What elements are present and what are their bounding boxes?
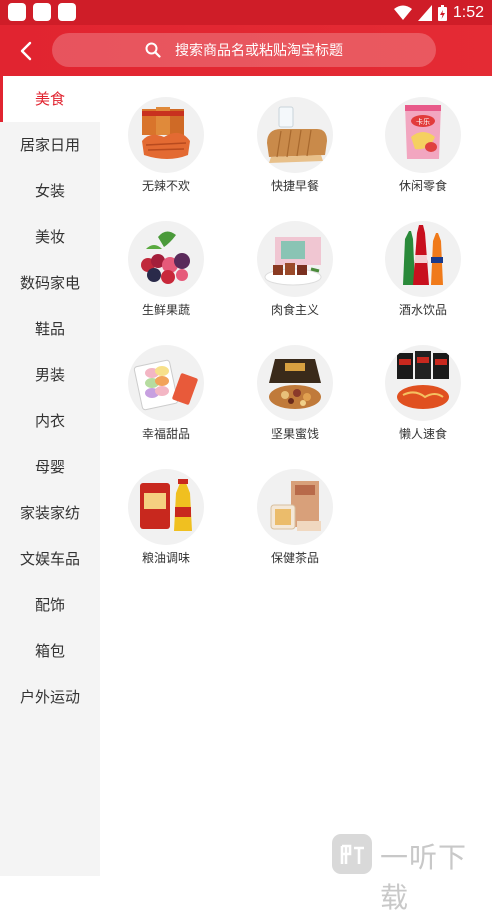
- sidebar-item-baby[interactable]: 母婴: [0, 444, 100, 490]
- category-item[interactable]: 卡乐 休闲零食: [368, 97, 478, 207]
- category-item[interactable]: 懒人速食: [368, 345, 478, 455]
- nuts-icon: [257, 345, 333, 421]
- category-label: 保健茶品: [270, 551, 319, 565]
- berries-icon: [128, 221, 204, 297]
- sidebar-item-shoes[interactable]: 鞋品: [0, 306, 100, 352]
- spicy-snack-icon: [128, 97, 204, 173]
- category-item[interactable]: 快捷早餐: [240, 97, 350, 207]
- sidebar-item-home-textile[interactable]: 家装家纺: [0, 490, 100, 536]
- sidebar-item-entertainment-auto[interactable]: 文娱车品: [0, 536, 100, 582]
- watermark-logo-icon: [332, 834, 372, 874]
- bread-icon: [257, 97, 333, 173]
- notification-icon: [58, 3, 76, 21]
- status-bar: 1:52: [0, 0, 492, 25]
- category-item[interactable]: 肉食主义: [240, 221, 350, 331]
- category-label: 休闲零食: [398, 179, 447, 193]
- category-label: 坚果蜜饯: [270, 427, 319, 441]
- header-bar: 搜索商品名或粘贴淘宝标题: [0, 25, 492, 76]
- watermark-text: 一听下载: [380, 841, 468, 914]
- category-label: 粮油调味: [141, 551, 190, 565]
- category-item[interactable]: 粮油调味: [111, 469, 221, 579]
- category-label: 肉食主义: [270, 303, 319, 317]
- category-item[interactable]: 无辣不欢: [111, 97, 221, 207]
- sidebar-item-outdoor[interactable]: 户外运动: [0, 674, 100, 720]
- category-item[interactable]: 坚果蜜饯: [240, 345, 350, 455]
- sidebar-item-beauty[interactable]: 美妆: [0, 214, 100, 260]
- notification-icon: [8, 3, 26, 21]
- sidebar-item-bags[interactable]: 箱包: [0, 628, 100, 674]
- wifi-icon: [393, 5, 412, 20]
- category-sidebar: 美食 居家日用 女装 美妆 数码家电 鞋品 男装 内衣 母婴 家装家纺 文娱车品…: [0, 76, 100, 876]
- sidebar-item-accessories[interactable]: 配饰: [0, 582, 100, 628]
- instant-noodle-icon: [385, 345, 461, 421]
- category-item[interactable]: 幸福甜品: [111, 345, 221, 455]
- category-item[interactable]: 生鲜果蔬: [111, 221, 221, 331]
- svg-text:卡乐: 卡乐: [416, 117, 430, 126]
- rice-oil-icon: [128, 469, 204, 545]
- category-label: 无辣不欢: [141, 179, 190, 193]
- sidebar-item-household[interactable]: 居家日用: [0, 122, 100, 168]
- back-button[interactable]: [12, 37, 40, 65]
- notification-icon: [33, 3, 51, 21]
- chips-bag-icon: 卡乐: [385, 97, 461, 173]
- clock: 1:52: [452, 3, 484, 21]
- category-label: 生鲜果蔬: [141, 303, 190, 317]
- search-icon: [145, 42, 161, 58]
- search-input[interactable]: 搜索商品名或粘贴淘宝标题: [52, 33, 436, 67]
- sidebar-item-electronics[interactable]: 数码家电: [0, 260, 100, 306]
- category-item[interactable]: 保健茶品: [240, 469, 350, 579]
- sidebar-item-womens-clothing[interactable]: 女装: [0, 168, 100, 214]
- chevron-left-icon: [20, 41, 32, 61]
- meat-box-icon: [257, 221, 333, 297]
- category-label: 幸福甜品: [141, 427, 190, 441]
- sidebar-item-underwear[interactable]: 内衣: [0, 398, 100, 444]
- category-label: 快捷早餐: [270, 179, 319, 193]
- battery-icon: [437, 4, 447, 21]
- search-placeholder: 搜索商品名或粘贴淘宝标题: [175, 43, 343, 59]
- category-label: 酒水饮品: [398, 303, 447, 317]
- bottles-icon: [385, 221, 461, 297]
- watermark: 一听下载: [328, 832, 492, 914]
- signal-icon: [417, 4, 432, 21]
- category-item[interactable]: 酒水饮品: [368, 221, 478, 331]
- category-label: 懒人速食: [398, 427, 447, 441]
- macaron-icon: [128, 345, 204, 421]
- tea-box-icon: [257, 469, 333, 545]
- sidebar-item-food[interactable]: 美食: [0, 76, 100, 122]
- sidebar-item-mens-clothing[interactable]: 男装: [0, 352, 100, 398]
